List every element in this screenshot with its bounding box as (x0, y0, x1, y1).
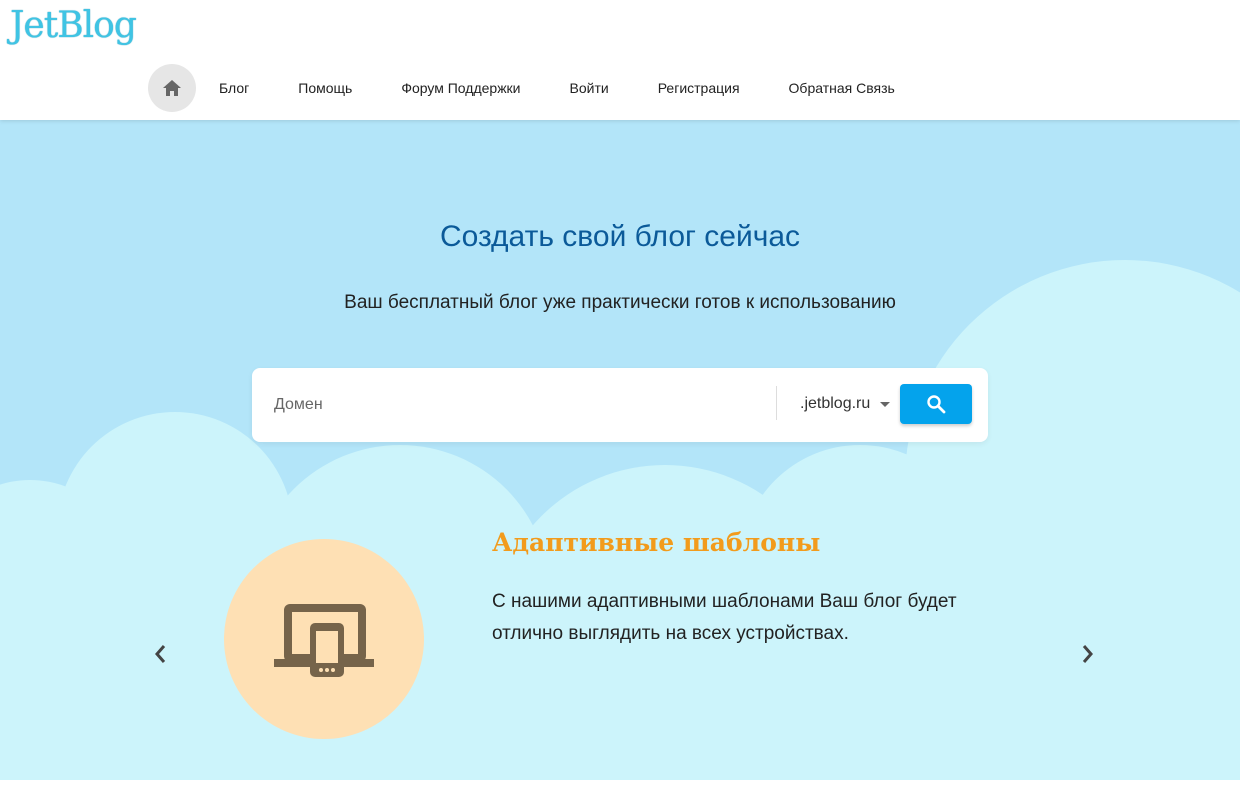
nav-item-login[interactable]: Войти (570, 80, 609, 96)
feature-icon-circle (224, 539, 424, 739)
nav-item-feedback[interactable]: Обратная Связь (789, 80, 895, 96)
zone-select-value: .jetblog.ru (800, 395, 871, 412)
feature-text: С нашими адаптивными шаблонами Ваш блог … (492, 591, 957, 644)
clouds-background (0, 260, 1240, 780)
caret-down-icon (880, 401, 891, 407)
chevron-left-icon (155, 645, 166, 663)
domain-search-box: .jetblog.ru (252, 368, 988, 442)
nav-item-help[interactable]: Помощь (298, 80, 352, 96)
site-header: JetBlog Блог Помощь Форум Поддержки Войт… (0, 0, 1240, 120)
chevron-right-icon (1082, 645, 1093, 663)
hero-title: Создать свой блог сейчас (439, 220, 801, 253)
hero-section: Создать свой блог сейчас Ваш бесплатный … (0, 120, 1240, 780)
carousel-next-button[interactable] (1076, 638, 1100, 670)
devices-icon (274, 604, 374, 677)
home-icon (163, 80, 181, 96)
nav-item-register[interactable]: Регистрация (658, 80, 740, 96)
search-icon (927, 395, 946, 414)
search-button[interactable] (900, 384, 972, 424)
nav-item-blog[interactable]: Блог (219, 80, 249, 96)
feature-title: Адаптивные шаблоны (492, 528, 821, 557)
home-button[interactable] (148, 64, 196, 112)
zone-select[interactable]: .jetblog.ru (800, 392, 891, 416)
logo[interactable]: JetBlog (10, 2, 137, 50)
domain-input[interactable] (274, 386, 754, 424)
nav-item-forum[interactable]: Форум Поддержки (401, 80, 520, 96)
carousel-prev-button[interactable] (148, 638, 172, 670)
main-nav: Блог Помощь Форум Поддержки Войти Регист… (148, 64, 944, 112)
hero-subtitle: Ваш бесплатный блог уже практически гото… (344, 292, 896, 313)
divider (776, 386, 777, 420)
